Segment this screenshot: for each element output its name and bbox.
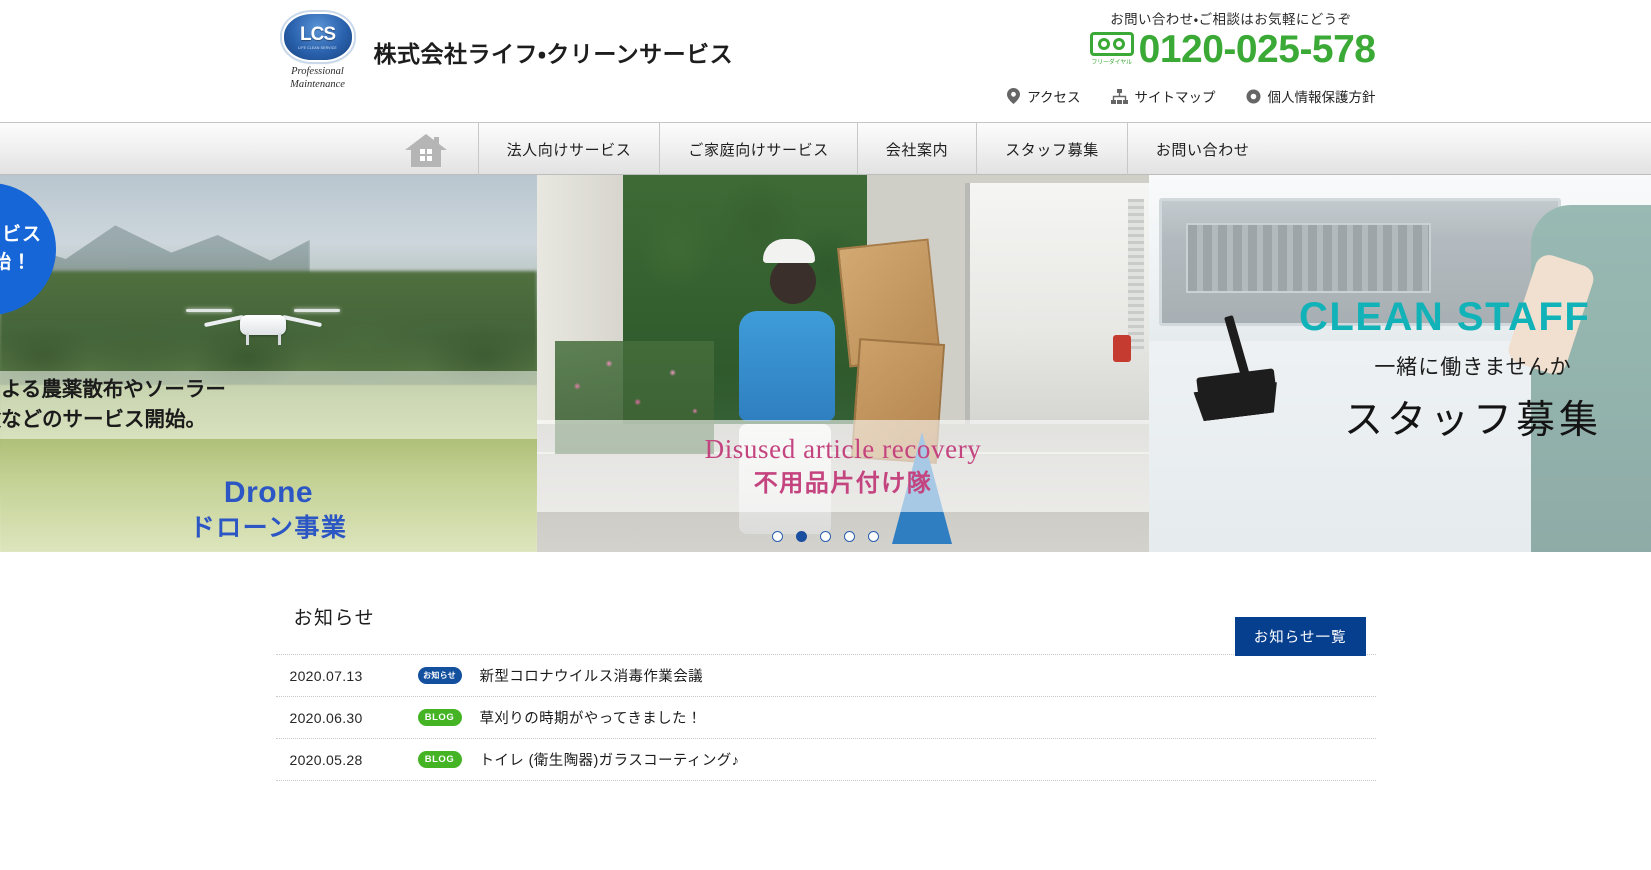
news-category-badge: BLOG: [417, 709, 462, 726]
freedial-icon: [1089, 31, 1134, 56]
drone-slide-description: ンによる農薬散布やソーラー 点検などのサービス開始。: [0, 371, 537, 439]
home-icon: [404, 133, 447, 167]
company-logo[interactable]: LCS LIFE CLEAN SERVICE Professional Main…: [276, 12, 360, 91]
logo-subtext: LIFE CLEAN SERVICE: [298, 45, 337, 50]
clean-staff-caption-en: CLEAN STAFF: [1299, 295, 1591, 339]
drone-badge-line2: 始！: [0, 252, 32, 273]
site-header: LCS LIFE CLEAN SERVICE Professional Main…: [0, 0, 1651, 122]
news-title-text: トイレ (衛生陶器)ガラスコーティング♪: [479, 753, 740, 769]
carousel-dot-3[interactable]: [820, 531, 831, 542]
broom-icon: [1193, 315, 1289, 419]
news-date: 2020.06.30: [289, 709, 363, 726]
sitemap-icon: [1110, 88, 1128, 104]
news-view-all-button[interactable]: お知らせ一覧: [1234, 617, 1366, 656]
news-date: 2020.07.13: [289, 667, 363, 684]
nav-item-contact[interactable]: お問い合わせ: [1128, 123, 1278, 176]
nav-item-staff-recruitment[interactable]: スタッフ募集: [977, 123, 1128, 176]
util-link-sitemap[interactable]: サイトマップ: [1110, 86, 1216, 106]
company-name: 株式会社ライフ・クリーンサービス: [373, 40, 734, 67]
news-row[interactable]: 2020.06.30 BLOG 草刈りの時期がやってきました！: [275, 697, 1376, 739]
util-link-sitemap-label: サイトマップ: [1134, 90, 1216, 105]
utility-links: アクセス サイトマップ 個人情報保護方針: [1007, 86, 1376, 106]
nav-item-household-services[interactable]: ご家庭向けサービス: [660, 123, 858, 176]
circle-icon: [1246, 89, 1260, 103]
location-pin-icon: [1007, 88, 1021, 104]
logo-tagline: Professional Maintenance: [290, 65, 345, 91]
drone-illustration: [186, 303, 340, 347]
nav-item-company-info[interactable]: 会社案内: [858, 123, 978, 176]
clean-staff-caption-sub: 一緒に働きませんか: [1374, 356, 1572, 379]
carousel-slide-recovery[interactable]: Disused article recovery 不用品片付け隊: [537, 175, 1149, 552]
carousel-dot-1[interactable]: [772, 531, 783, 542]
news-section: お知らせ お知らせ一覧 2020.07.13 お知らせ 新型コロナウイルス消毒作…: [275, 552, 1376, 781]
news-category-badge: お知らせ: [417, 667, 462, 684]
main-navigation: 法人向けサービス ご家庭向けサービス 会社案内 スタッフ募集 お問い合わせ: [0, 122, 1651, 176]
clean-staff-caption: CLEAN STAFF 一緒に働きませんか スタッフ募集: [1299, 293, 1647, 445]
news-category-badge: BLOG: [417, 751, 462, 768]
util-link-access-label: アクセス: [1027, 90, 1081, 105]
worker-head-shape: [769, 257, 816, 304]
news-section-title: お知らせ: [293, 607, 376, 629]
recovery-caption-jp: 不用品片付け隊: [753, 470, 933, 498]
nav-item-corporate-services[interactable]: 法人向けサービス: [479, 123, 661, 176]
logo-badge: LCS LIFE CLEAN SERVICE: [281, 12, 354, 62]
drone-desc-line1: ンによる農薬散布やソーラー: [0, 378, 226, 402]
hero-carousel[interactable]: ービス 始！ ンによる農薬散布やソーラー 点検などのサービス開始。 Drone …: [0, 175, 1651, 552]
news-row[interactable]: 2020.07.13 お知らせ 新型コロナウイルス消毒作業会議: [275, 655, 1376, 697]
news-title-text: 草刈りの時期がやってきました！: [479, 711, 702, 727]
logo-letters: LCS: [300, 23, 336, 45]
worker-shirt-shape: [738, 310, 835, 421]
drone-badge-line1: ービス: [0, 223, 42, 245]
brand-logo-area[interactable]: LCS LIFE CLEAN SERVICE Professional Main…: [276, 12, 734, 91]
contact-block: お問い合わせ・ご相談はお気軽にどうぞ フリーダイヤル 0120-025-578: [966, 8, 1376, 69]
nav-item-home[interactable]: [374, 123, 479, 176]
phone-number[interactable]: 0120-025-578: [1139, 30, 1376, 69]
logo-tagline-line1: Professional: [291, 66, 344, 77]
logo-tagline-line2: Maintenance: [290, 79, 345, 91]
util-link-privacy-label: 個人情報保護方針: [1267, 90, 1376, 105]
news-title-text: 新型コロナウイルス消毒作業会議: [479, 669, 703, 685]
carousel-slide-clean-staff[interactable]: CLEAN STAFF 一緒に働きませんか スタッフ募集: [1149, 175, 1651, 552]
carousel-dot-2[interactable]: [796, 531, 807, 542]
truck-shape: [965, 182, 1149, 454]
news-row[interactable]: 2020.05.28 BLOG トイレ (衛生陶器)ガラスコーティング♪: [275, 739, 1376, 781]
carousel-dot-5[interactable]: [868, 531, 879, 542]
clean-staff-caption-jp: スタッフ募集: [1343, 399, 1602, 442]
freedial-mark: フリーダイヤル: [1089, 31, 1134, 66]
recovery-caption-en: Disused article recovery: [704, 433, 982, 464]
util-link-privacy[interactable]: 個人情報保護方針: [1246, 86, 1376, 106]
drone-caption-en: Drone: [223, 476, 314, 509]
news-date: 2020.05.28: [289, 751, 363, 768]
drone-desc-line2: 点検などのサービス開始。: [0, 408, 206, 431]
contact-lead-text: お問い合わせ・ご相談はお気軽にどうぞ: [1110, 12, 1352, 27]
carousel-dots[interactable]: [0, 531, 1651, 542]
recovery-slide-caption: Disused article recovery 不用品片付け隊: [537, 420, 1149, 512]
carousel-dot-4[interactable]: [844, 531, 855, 542]
news-list: 2020.07.13 お知らせ 新型コロナウイルス消毒作業会議 2020.06.…: [275, 654, 1376, 781]
carousel-slide-drone[interactable]: ービス 始！ ンによる農薬散布やソーラー 点検などのサービス開始。 Drone …: [0, 175, 537, 552]
freedial-label: フリーダイヤル: [1091, 59, 1132, 66]
util-link-access[interactable]: アクセス: [1007, 86, 1081, 106]
